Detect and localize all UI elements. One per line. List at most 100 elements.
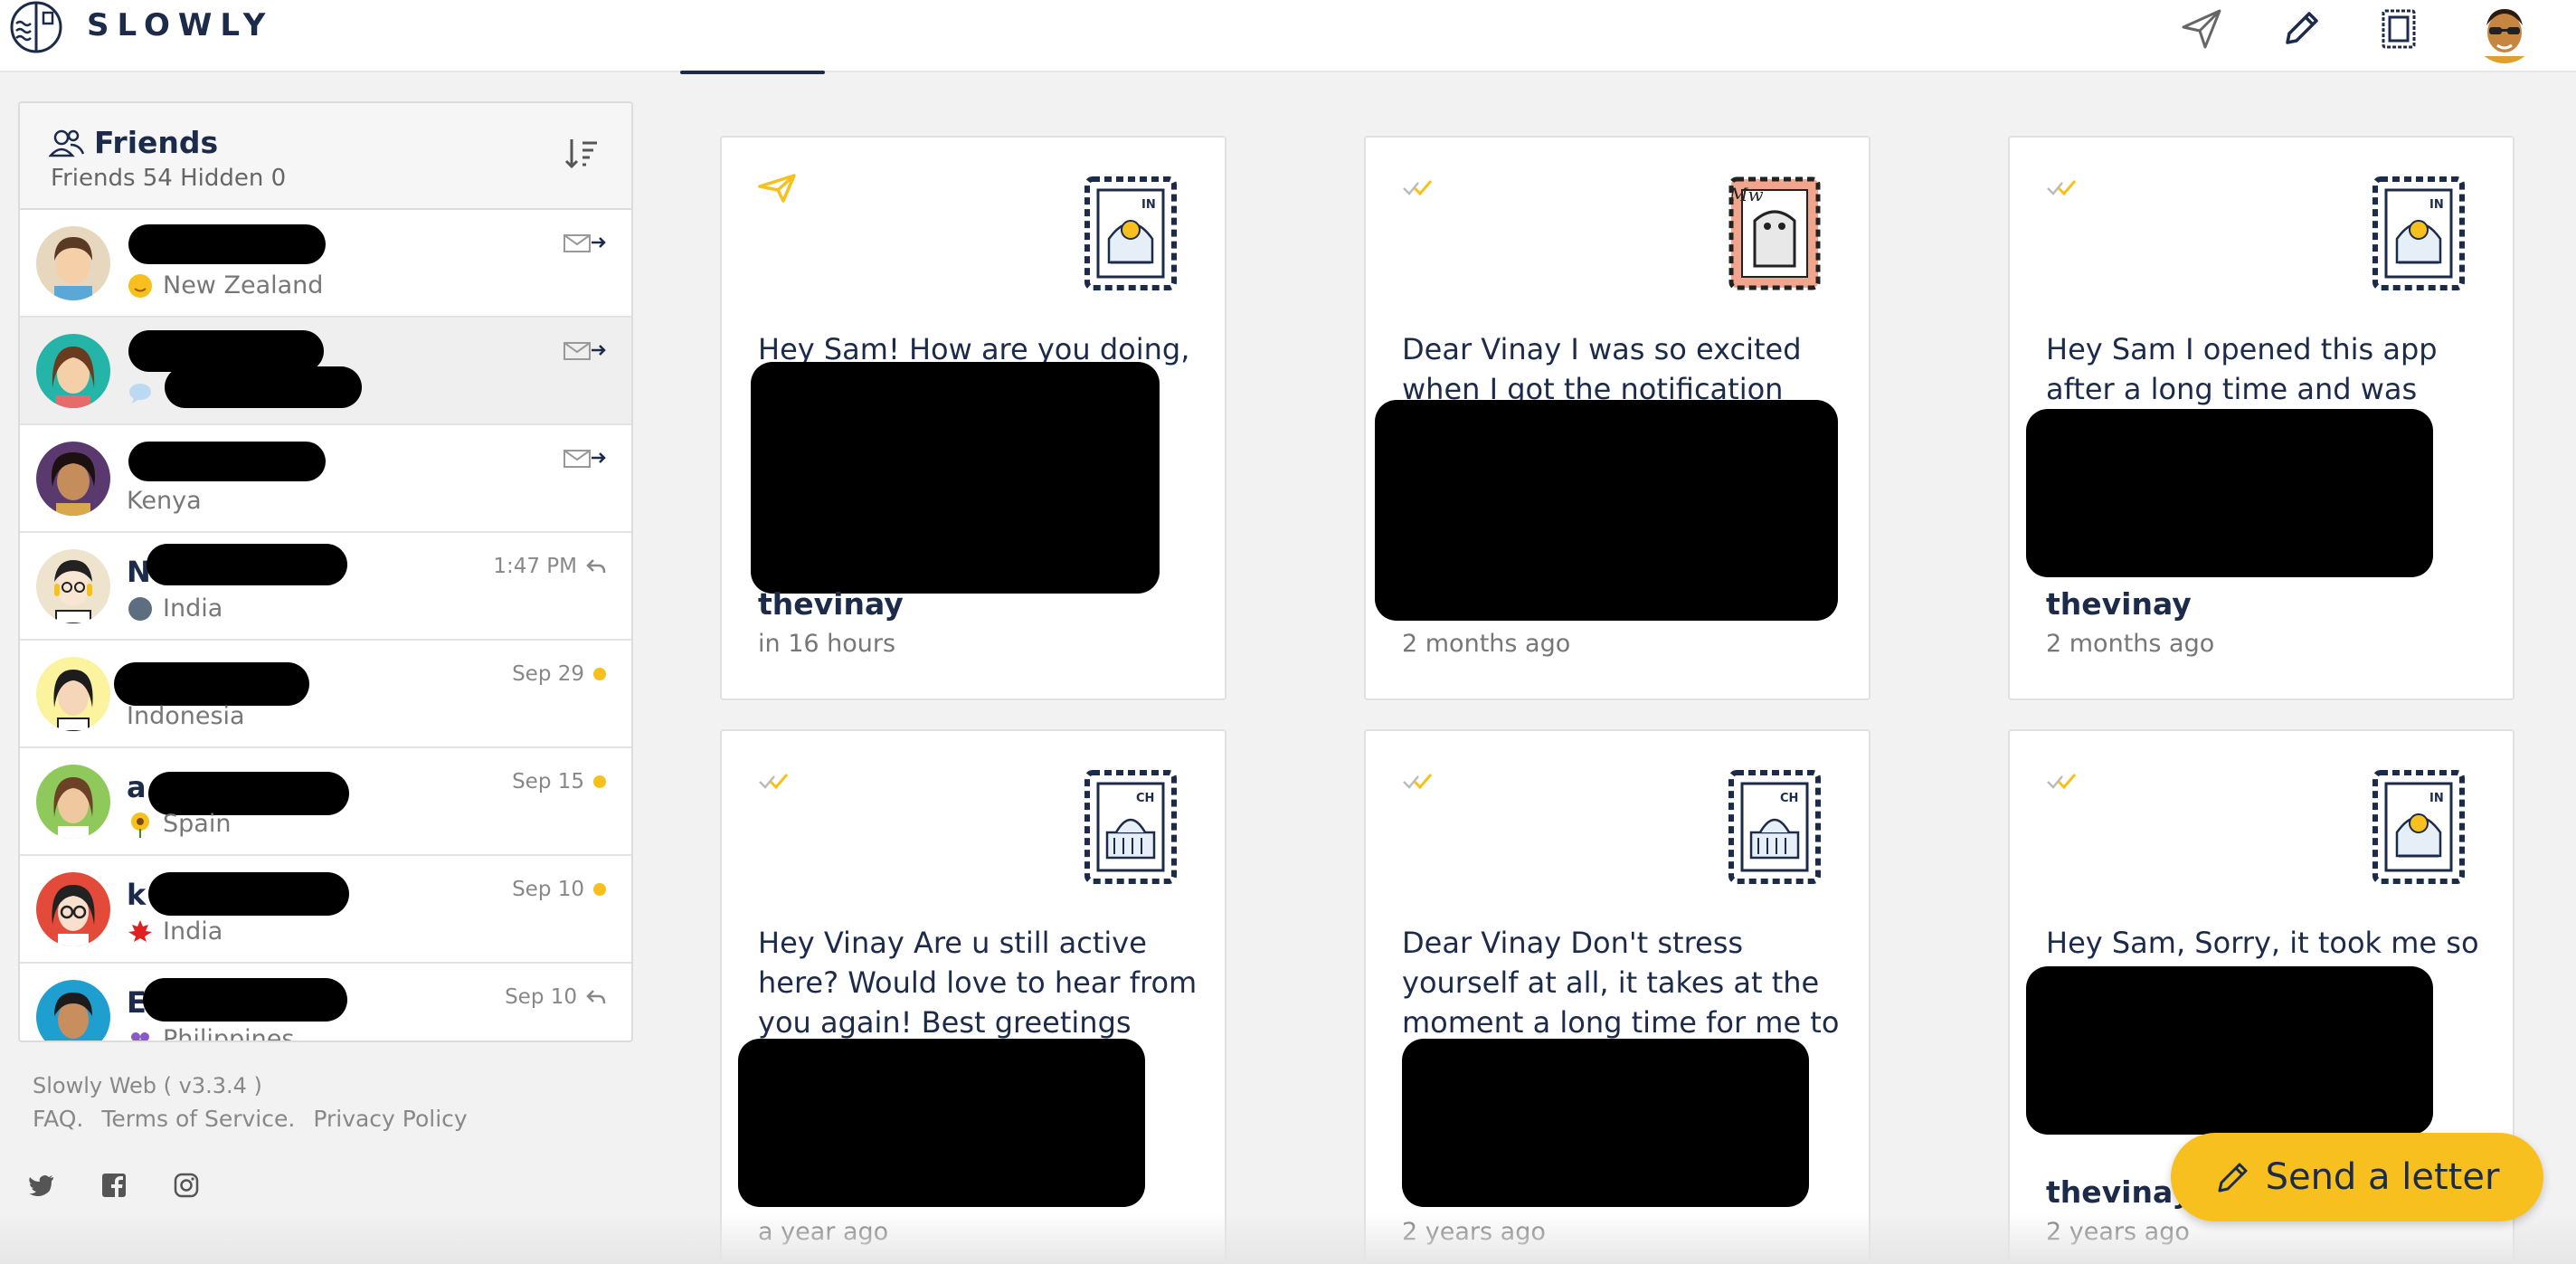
letter-outgoing-icon [564, 450, 606, 468]
footer-links: FAQ. Terms of Service. Privacy Policy [33, 1106, 468, 1132]
write-nav-button[interactable] [2276, 4, 2326, 54]
unread-dot [593, 883, 606, 896]
friends-header: Friends Friends 54 Hidden 0 [20, 103, 631, 210]
svg-text:Mw: Mw [1728, 184, 1764, 205]
stamp-photo-icon: Mw [1728, 176, 1821, 290]
friend-location: Philippines [127, 1025, 294, 1041]
letter-outgoing-icon [564, 342, 606, 360]
stamp-ch-icon: CH [1084, 770, 1177, 884]
terms-link[interactable]: Terms of Service. [101, 1106, 295, 1132]
read-check-icon [759, 774, 789, 790]
letter-card[interactable]: CH Hey Vinay Are u still active here? Wo… [720, 729, 1226, 1264]
friend-meta: 1:47 PM [493, 555, 606, 578]
stamp-in-icon: IN [2372, 770, 2465, 884]
friend-location: India [127, 917, 223, 946]
letter-card[interactable]: IN Hey Sam! How are you doing, es thevin… [720, 136, 1226, 700]
twitter-link[interactable] [25, 1169, 58, 1202]
friend-meta [563, 447, 606, 470]
pen-icon [2218, 1163, 2248, 1193]
letter-preview: Hey Sam I opened this app after a long t… [2046, 332, 2438, 406]
stamp-icon [2382, 9, 2416, 49]
maple-leaf-icon [128, 919, 152, 942]
top-bar: SLOWLY [0, 0, 2576, 74]
friends-stats: Friends 54 Hidden 0 [51, 165, 287, 192]
letter-time: 2 months ago [1402, 630, 1571, 658]
letter-time: 2 years ago [2046, 1218, 2190, 1246]
facebook-icon [102, 1174, 126, 1198]
speech-bubble-icon [129, 384, 151, 404]
send-letter-label: Send a letter [2265, 1156, 2500, 1198]
read-check-icon [1403, 774, 1433, 790]
active-tab-indicator [680, 71, 825, 74]
sort-icon[interactable] [564, 136, 601, 172]
stamp-in-icon: IN [1084, 176, 1177, 290]
avatar [36, 872, 110, 946]
letter-card[interactable]: CH Dear Vinay Don't stress yourself at a… [1364, 729, 1870, 1264]
letter-time: 2 years ago [1402, 1218, 1546, 1246]
send-nav-button[interactable] [2176, 4, 2227, 54]
facebook-link[interactable] [98, 1169, 130, 1202]
friends-title: Friends [94, 125, 219, 160]
stamps-nav-button[interactable] [2373, 4, 2424, 54]
avatar [36, 442, 110, 516]
friend-row[interactable]: E Philippines Sep 10 [20, 964, 631, 1041]
friend-row[interactable]: k th India Sep 10 [20, 856, 631, 964]
friend-row[interactable]: Indonesia Sep 29 [20, 641, 631, 748]
letter-card[interactable]: Mw Dear Vinay I was so excited when I go… [1364, 136, 1870, 700]
friend-location [127, 379, 163, 406]
sunflower-icon [131, 812, 149, 838]
app-title: SLOWLY [87, 7, 274, 43]
read-check-icon [1403, 180, 1433, 196]
circle-emoji-icon [128, 596, 152, 621]
friend-location: Indonesia [127, 702, 245, 730]
faq-link[interactable]: FAQ. [33, 1106, 83, 1132]
letter-time: in 16 hours [758, 630, 896, 658]
smile-emoji-icon [128, 273, 152, 298]
letter-time: 2 months ago [2046, 630, 2215, 658]
send-icon [2182, 9, 2221, 49]
friend-meta: Sep 10 [505, 985, 606, 1009]
stamp-in-icon: IN [2372, 176, 2465, 290]
friend-location: Spain [127, 810, 231, 838]
friend-row[interactable]: N ur India 1:47 PM [20, 533, 631, 641]
friend-meta [563, 232, 606, 255]
friend-row[interactable]: a Spain Sep 15 [20, 748, 631, 856]
letter-time: a year ago [758, 1218, 889, 1246]
svg-text:IN: IN [2429, 792, 2444, 805]
reply-icon [586, 559, 606, 574]
friend-location: Kenya [127, 487, 202, 515]
app-version: Slowly Web ( v3.3.4 ) [33, 1073, 262, 1098]
friend-row[interactable]: New Zealand [20, 210, 631, 318]
avatar [36, 549, 110, 623]
friend-meta [563, 339, 606, 363]
unread-dot [593, 668, 606, 680]
letter-sender: thevinay [2046, 1174, 2192, 1210]
avatar [36, 334, 110, 408]
friend-location: India [127, 594, 223, 622]
avatar [36, 765, 110, 839]
avatar [36, 657, 110, 731]
privacy-link[interactable]: Privacy Policy [313, 1106, 467, 1132]
send-letter-button[interactable]: Send a letter [2171, 1133, 2543, 1221]
letter-card[interactable]: IN Hey Sam I opened this app after a lon… [2008, 136, 2514, 700]
sent-plane-icon [758, 174, 796, 203]
user-avatar-icon [2473, 0, 2536, 63]
stamp-ch-icon: CH [1728, 770, 1821, 884]
friend-meta: Sep 10 [512, 878, 606, 901]
unread-dot [593, 775, 606, 788]
instagram-link[interactable] [170, 1169, 203, 1202]
letter-preview: Dear Vinay Don't stress yourself at all,… [1402, 926, 1840, 1040]
avatar [36, 980, 110, 1041]
svg-text:CH: CH [1136, 792, 1154, 805]
pen-icon [2286, 12, 2318, 44]
reply-icon [586, 990, 606, 1004]
slowly-logo-icon[interactable] [9, 0, 63, 54]
letter-sender: thevinay [2046, 586, 2192, 622]
grapes-icon [131, 1031, 149, 1041]
svg-text:CH: CH [1780, 792, 1798, 805]
friend-row[interactable] [20, 318, 631, 425]
avatar [36, 226, 110, 300]
profile-avatar[interactable] [2473, 0, 2536, 63]
friend-row[interactable]: Kenya [20, 425, 631, 533]
svg-text:IN: IN [2429, 198, 2444, 212]
